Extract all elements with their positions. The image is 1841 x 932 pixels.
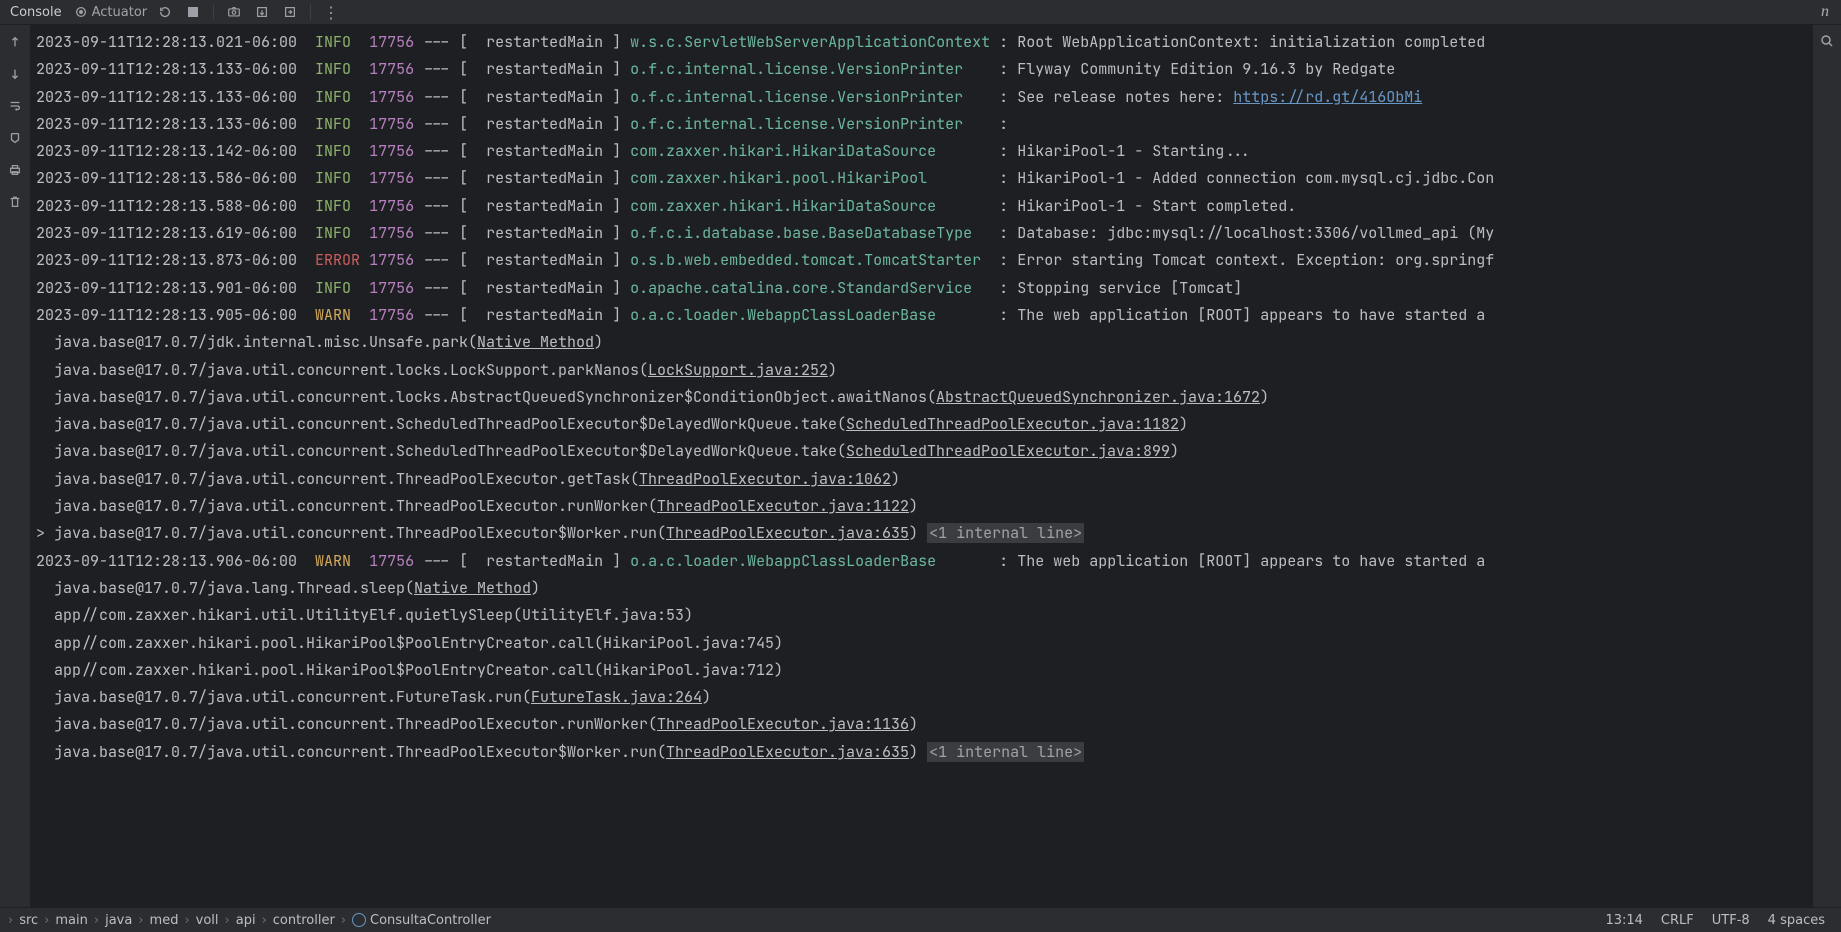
log-line: 2023-09-11T12:28:13.906-06:00 WARN 17756… (36, 548, 1812, 575)
source-link[interactable]: ScheduledThreadPoolExecutor.java:899 (846, 441, 1170, 461)
console-toolbar: Console Actuator ⋮ n (0, 0, 1841, 25)
stack-line: java.base@17.0.7/java.util.concurrent.Th… (36, 739, 1812, 766)
stack-line: > java.base@17.0.7/java.util.concurrent.… (36, 520, 1812, 547)
export-icon[interactable] (252, 2, 272, 22)
chevron-right-icon: › (262, 913, 267, 928)
scroll-up-icon[interactable] (4, 31, 26, 53)
internal-fold[interactable]: <1 internal line> (927, 523, 1084, 543)
source-link[interactable]: LockSupport.java:252 (648, 360, 828, 380)
console-gutter (0, 25, 30, 907)
stack-line: java.base@17.0.7/java.util.concurrent.Fu… (36, 684, 1812, 711)
chevron-right-icon: › (225, 913, 230, 928)
class-icon (352, 913, 366, 927)
line-sep[interactable]: CRLF (1661, 913, 1694, 928)
right-toolbar (1812, 25, 1841, 907)
console-output[interactable]: 2023-09-11T12:28:13.021-06:00 INFO 17756… (30, 25, 1812, 907)
breadcrumb-item[interactable]: controller (273, 913, 335, 928)
console-tab[interactable]: Console (6, 5, 66, 20)
stop-button[interactable] (183, 2, 203, 22)
source-link[interactable]: ThreadPoolExecutor.java:635 (666, 523, 909, 543)
target-icon (74, 5, 88, 19)
breadcrumb-item[interactable]: med (150, 913, 179, 928)
print-icon[interactable] (4, 159, 26, 181)
encoding[interactable]: UTF-8 (1712, 913, 1750, 928)
stack-line: java.base@17.0.7/java.util.concurrent.Th… (36, 466, 1812, 493)
chevron-right-icon: › (341, 913, 346, 928)
chevron-right-icon: › (8, 913, 13, 928)
stack-line: java.base@17.0.7/java.util.concurrent.lo… (36, 384, 1812, 411)
breadcrumb-item[interactable]: api (236, 913, 256, 928)
log-line: 2023-09-11T12:28:13.588-06:00 INFO 17756… (36, 193, 1812, 220)
source-link[interactable]: ScheduledThreadPoolExecutor.java:1182 (846, 414, 1179, 434)
log-line: 2023-09-11T12:28:13.133-06:00 INFO 17756… (36, 111, 1812, 138)
source-link[interactable]: ThreadPoolExecutor.java:1136 (657, 714, 909, 734)
stack-line: java.base@17.0.7/java.lang.Thread.sleep(… (36, 575, 1812, 602)
separator (310, 4, 311, 20)
breadcrumb-item[interactable]: src (19, 913, 38, 928)
status-bar: › src › main › java › med › voll › api ›… (0, 907, 1841, 932)
more-icon[interactable]: ⋮ (321, 2, 341, 22)
source-link[interactable]: ThreadPoolExecutor.java:1122 (657, 496, 909, 516)
stack-line: java.base@17.0.7/java.util.concurrent.Th… (36, 493, 1812, 520)
source-link[interactable]: ThreadPoolExecutor.java:635 (666, 742, 909, 762)
stack-line: java.base@17.0.7/java.util.concurrent.Th… (36, 711, 1812, 738)
stack-line: java.base@17.0.7/java.util.concurrent.Sc… (36, 438, 1812, 465)
breadcrumb[interactable]: › src › main › java › med › voll › api ›… (0, 913, 1605, 928)
search-icon[interactable] (1819, 33, 1835, 49)
rerun-button[interactable] (155, 2, 175, 22)
stack-line: java.base@17.0.7/java.util.concurrent.Sc… (36, 411, 1812, 438)
stack-line: app//com.zaxxer.hikari.pool.HikariPool$P… (36, 630, 1812, 657)
hyperlink[interactable]: https://rd.gt/416ObMi (1233, 87, 1422, 107)
chevron-right-icon: › (44, 913, 49, 928)
internal-fold[interactable]: <1 internal line> (927, 742, 1084, 762)
breadcrumb-item[interactable]: voll (196, 913, 219, 928)
scroll-to-end-icon[interactable] (4, 127, 26, 149)
source-link[interactable]: AbstractQueuedSynchronizer.java:1672 (936, 387, 1260, 407)
log-line: 2023-09-11T12:28:13.586-06:00 INFO 17756… (36, 165, 1812, 192)
log-line: 2023-09-11T12:28:13.133-06:00 INFO 17756… (36, 84, 1812, 111)
trash-icon[interactable] (4, 191, 26, 213)
log-line: 2023-09-11T12:28:13.905-06:00 WARN 17756… (36, 302, 1812, 329)
italic-m-icon[interactable]: n (1815, 2, 1835, 22)
chevron-right-icon: › (94, 913, 99, 928)
indent[interactable]: 4 spaces (1768, 913, 1825, 928)
soft-wrap-icon[interactable] (4, 95, 26, 117)
log-line: 2023-09-11T12:28:13.142-06:00 INFO 17756… (36, 138, 1812, 165)
breadcrumb-leaf[interactable]: ConsultaController (352, 913, 491, 928)
open-in-icon[interactable] (280, 2, 300, 22)
log-line: 2023-09-11T12:28:13.873-06:00 ERROR 1775… (36, 247, 1812, 274)
actuator-tab[interactable]: Actuator (74, 5, 148, 20)
chevron-right-icon: › (184, 913, 189, 928)
camera-icon[interactable] (224, 2, 244, 22)
caret-position[interactable]: 13:14 (1605, 913, 1642, 928)
stack-line: java.base@17.0.7/jdk.internal.misc.Unsaf… (36, 329, 1812, 356)
scroll-down-icon[interactable] (4, 63, 26, 85)
stack-line: app//com.zaxxer.hikari.pool.HikariPool$P… (36, 657, 1812, 684)
log-line: 2023-09-11T12:28:13.901-06:00 INFO 17756… (36, 275, 1812, 302)
source-link[interactable]: Native Method (477, 332, 594, 352)
breadcrumb-item[interactable]: main (55, 913, 87, 928)
stack-line: app//com.zaxxer.hikari.util.UtilityElf.q… (36, 602, 1812, 629)
separator (213, 4, 214, 20)
log-line: 2023-09-11T12:28:13.021-06:00 INFO 17756… (36, 29, 1812, 56)
source-link[interactable]: FutureTask.java:264 (531, 687, 702, 707)
log-line: 2023-09-11T12:28:13.133-06:00 INFO 17756… (36, 56, 1812, 83)
log-line: 2023-09-11T12:28:13.619-06:00 INFO 17756… (36, 220, 1812, 247)
breadcrumb-item[interactable]: java (105, 913, 132, 928)
source-link[interactable]: ThreadPoolExecutor.java:1062 (639, 469, 891, 489)
source-link[interactable]: Native Method (414, 578, 531, 598)
stack-line: java.base@17.0.7/java.util.concurrent.lo… (36, 357, 1812, 384)
chevron-right-icon: › (138, 913, 143, 928)
